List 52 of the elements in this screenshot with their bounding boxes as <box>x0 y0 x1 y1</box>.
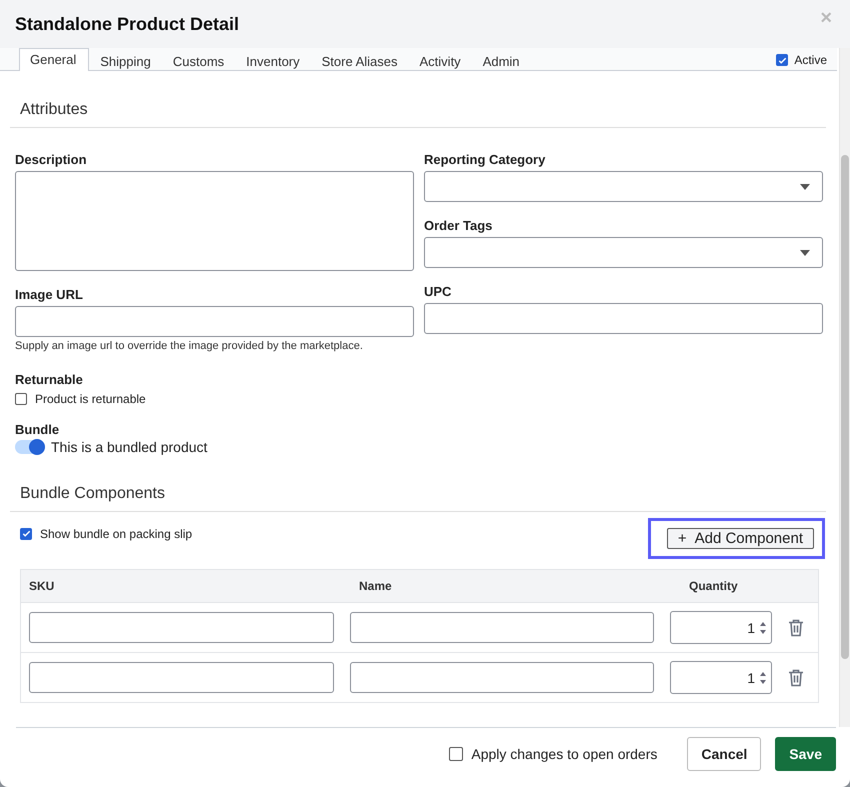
field-label: Returnable <box>15 372 84 387</box>
section-heading: Attributes <box>10 71 826 128</box>
tab[interactable]: Inventory <box>235 50 311 71</box>
tab[interactable]: General <box>19 48 90 71</box>
column-header: Quantity <box>689 579 738 593</box>
name-field[interactable] <box>350 612 654 643</box>
spinner-icon[interactable] <box>759 620 767 636</box>
checkbox-label: Apply changes to open orders <box>471 746 658 762</box>
spinner-icon[interactable] <box>759 670 767 686</box>
checkbox-label: Show bundle on packing slip <box>40 526 192 540</box>
trash-icon[interactable] <box>788 668 804 686</box>
dropdown-field[interactable] <box>424 237 823 268</box>
returnable-checkbox[interactable] <box>15 393 27 405</box>
tab[interactable]: Admin <box>472 50 531 71</box>
packing-slip-checkbox[interactable] <box>20 528 32 540</box>
sku-field[interactable] <box>29 662 334 693</box>
field-label: Bundle <box>15 422 60 437</box>
tab[interactable]: Activity <box>408 50 472 71</box>
column-header: Name <box>359 579 393 593</box>
input-field[interactable] <box>15 306 414 337</box>
sku-field[interactable] <box>29 612 334 643</box>
bundle-toggle[interactable] <box>15 440 45 454</box>
apply-changes-checkbox[interactable] <box>449 747 464 761</box>
field-label: Description <box>15 152 88 167</box>
input-field[interactable] <box>424 303 823 334</box>
dialog-title: Standalone Product Detail <box>15 14 240 34</box>
field-label: Reporting Category <box>424 152 546 167</box>
checkbox-label: Active <box>794 53 827 67</box>
trash-icon[interactable] <box>788 618 804 636</box>
save-button[interactable]: Save <box>775 737 836 771</box>
quantity-field[interactable]: 1 <box>670 661 772 694</box>
tab[interactable]: Shipping <box>89 50 162 71</box>
description-field[interactable] <box>15 171 414 271</box>
active-checkbox[interactable] <box>776 54 788 66</box>
tab[interactable]: Customs <box>162 50 236 71</box>
section-heading: Bundle Components <box>10 485 826 512</box>
checkbox-label: Product is returnable <box>35 392 146 406</box>
field-label: Order Tags <box>424 218 494 233</box>
caret-icon <box>800 184 810 190</box>
tab[interactable]: Store Aliases <box>310 50 409 71</box>
toggle-label: This is a bundled product <box>51 439 208 455</box>
field-label: Image URL <box>15 287 84 302</box>
column-header: SKU <box>28 579 56 593</box>
field-label: UPC <box>424 284 452 299</box>
quantity-field[interactable]: 1 <box>670 611 772 644</box>
caret-icon <box>800 250 810 256</box>
help-text: Supply an image url to override the image provided by the marketplace. <box>15 340 364 352</box>
cancel-button[interactable]: Cancel <box>687 737 762 771</box>
scrollbar-thumb[interactable] <box>841 155 849 659</box>
add-component-button[interactable]: + Add Component <box>666 528 814 549</box>
dropdown-field[interactable] <box>424 171 823 202</box>
name-field[interactable] <box>350 662 654 693</box>
